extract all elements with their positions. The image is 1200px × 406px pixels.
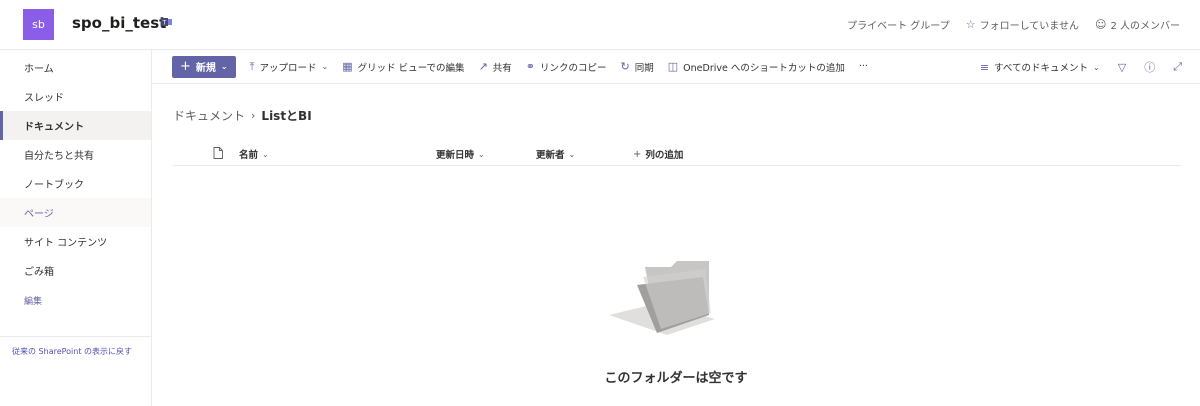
person-icon: ☺	[1094, 18, 1107, 31]
chevron-down-icon: ⌄	[262, 149, 269, 159]
nav-item-shared-with-us[interactable]: 自分たちと共有	[0, 140, 151, 169]
shortcut-icon: ◫	[667, 60, 679, 73]
expand-icon[interactable]: ⤢	[1173, 60, 1182, 74]
more-button[interactable]: ···	[859, 61, 868, 72]
share-icon: ↗	[478, 60, 488, 73]
site-logo[interactable]: sb	[23, 9, 54, 40]
teams-icon[interactable]: T	[161, 16, 173, 28]
breadcrumb-current: ListとBI	[261, 109, 312, 123]
sync-button[interactable]: ↻ 同期	[621, 60, 654, 74]
column-name[interactable]: 名前 ⌄	[239, 147, 269, 162]
copy-link-button[interactable]: ⚭ リンクのコピー	[526, 60, 607, 74]
breadcrumb: ドキュメント › ListとBI	[173, 107, 312, 124]
filter-icon[interactable]: ▽	[1118, 61, 1126, 74]
chevron-down-icon: ⌄	[1093, 62, 1100, 72]
plus-icon: +	[633, 148, 642, 160]
view-switcher[interactable]: ≡ すべてのドキュメント ⌄	[979, 60, 1100, 75]
nav-item-site-contents[interactable]: サイト コンテンツ	[0, 227, 151, 256]
info-icon[interactable]: ⓘ	[1144, 59, 1155, 75]
column-modified[interactable]: 更新日時 ⌄	[436, 147, 485, 162]
nav-item-documents[interactable]: ドキュメント	[0, 111, 151, 140]
chevron-down-icon: ⌄	[220, 62, 228, 71]
add-column-button[interactable]: + 列の追加	[633, 147, 683, 162]
list-view-icon: ≡	[979, 60, 990, 74]
members-button[interactable]: ☺ 2 人のメンバー	[1095, 17, 1180, 32]
chevron-right-icon: ›	[251, 109, 256, 122]
nav-item-threads[interactable]: スレッド	[0, 82, 151, 111]
left-navigation: ホーム スレッド ドキュメント 自分たちと共有 ノートブック ページ サイト コ…	[0, 50, 152, 406]
breadcrumb-parent[interactable]: ドキュメント	[173, 107, 245, 124]
site-title[interactable]: spo_bi_test	[72, 14, 166, 32]
upload-button[interactable]: ⤒ アップロード ⌄	[250, 60, 329, 74]
upload-icon: ⤒	[249, 59, 255, 73]
plus-icon: +	[180, 59, 191, 74]
chevron-down-icon: ⌄	[568, 149, 576, 159]
grid-icon: ▦	[342, 60, 353, 73]
chevron-down-icon: ⌄	[321, 62, 329, 71]
grid-view-edit-button[interactable]: ▦ グリッド ビューでの編集	[342, 60, 464, 74]
file-type-icon[interactable]	[213, 147, 223, 159]
return-classic-link[interactable]: 従来の SharePoint の表示に戻す	[12, 346, 132, 357]
star-icon: ☆	[965, 18, 976, 31]
nav-item-notebook[interactable]: ノートブック	[0, 169, 151, 198]
onedrive-shortcut-button[interactable]: ◫ OneDrive へのショートカットの追加	[668, 60, 845, 74]
site-header: sb spo_bi_test T プライベート グループ ☆ フォローしていませ…	[0, 0, 1200, 50]
new-button[interactable]: + 新規 ⌄	[172, 55, 236, 78]
link-icon: ⚭	[525, 60, 536, 73]
nav-item-recycle-bin[interactable]: ごみ箱	[0, 256, 151, 285]
chevron-down-icon: ⌄	[478, 149, 485, 159]
share-button[interactable]: ↗ 共有	[479, 60, 512, 74]
command-bar: + 新規 ⌄ ⤒ アップロード ⌄ ▦ グリッド ビューでの編集 ↗ 共有 ⚭ …	[152, 50, 1200, 84]
sync-icon: ↻	[620, 60, 630, 73]
column-header-row: 名前 ⌄ 更新日時 ⌄ 更新者 ⌄ + 列の追加	[173, 140, 1181, 166]
privacy-label: プライベート グループ	[847, 21, 950, 32]
follow-button[interactable]: ☆ フォローしていません	[966, 17, 1079, 32]
nav-divider	[0, 336, 151, 337]
column-modified-by[interactable]: 更新者 ⌄	[536, 147, 576, 162]
nav-item-pages[interactable]: ページ	[0, 198, 151, 227]
empty-folder-illustration	[609, 261, 715, 335]
empty-folder-message: このフォルダーは空です	[604, 371, 748, 386]
more-icon: ···	[858, 61, 868, 72]
svg-text:T: T	[162, 20, 167, 27]
nav-edit-link[interactable]: 編集	[24, 294, 42, 307]
nav-item-home[interactable]: ホーム	[0, 53, 151, 82]
